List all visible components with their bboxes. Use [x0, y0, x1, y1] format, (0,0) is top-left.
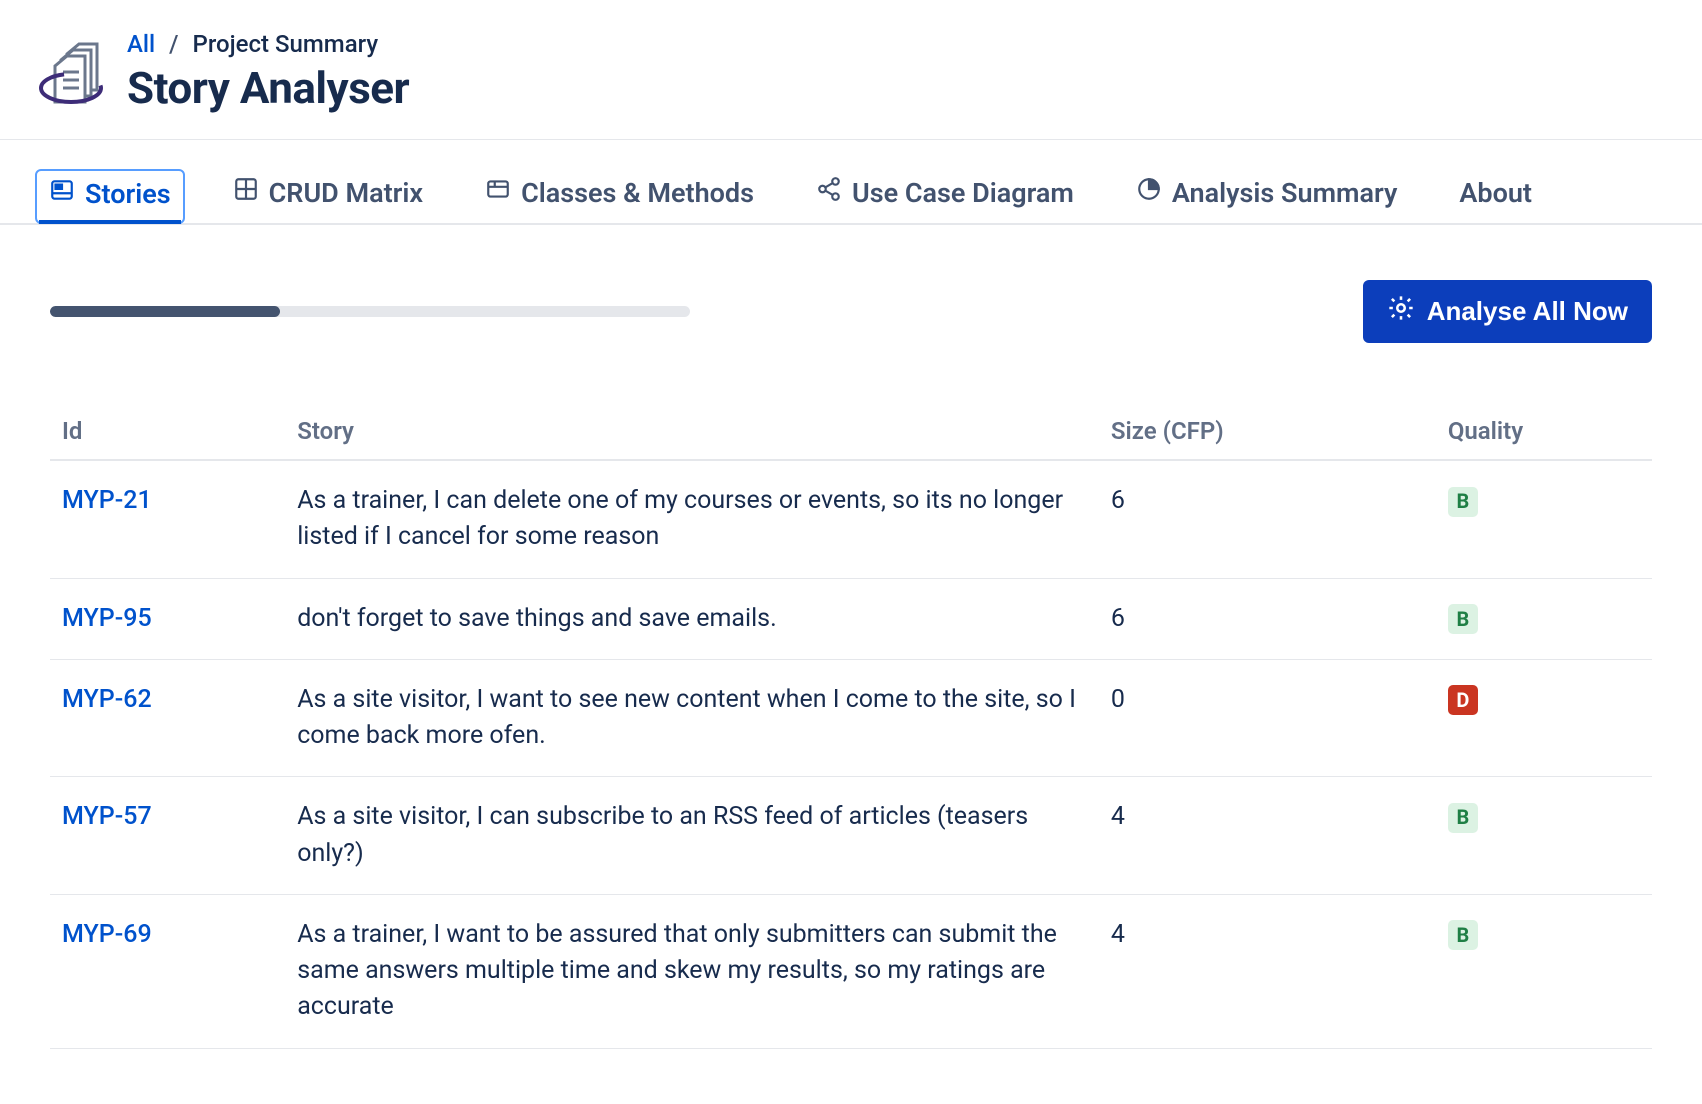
tab-stories[interactable]: Stories	[35, 169, 185, 224]
stories-table: Id Story Size (CFP) Quality MYP-21 As a t…	[50, 403, 1652, 1049]
tab-about[interactable]: About	[1445, 169, 1546, 223]
tabs: Stories CRUD Matrix Classes & Methods Use C…	[0, 140, 1702, 225]
page-title: Story Analyser	[127, 62, 409, 114]
breadcrumb-all-link[interactable]: All	[127, 30, 155, 58]
tab-label: Analysis Summary	[1172, 177, 1398, 209]
analyse-button-label: Analyse All Now	[1427, 296, 1628, 327]
col-header-size: Size (CFP)	[1099, 403, 1436, 460]
quality-badge: B	[1448, 604, 1478, 634]
col-header-id: Id	[50, 403, 285, 460]
col-header-quality: Quality	[1436, 403, 1652, 460]
stories-icon	[49, 177, 75, 210]
table-row: MYP-62 As a site visitor, I want to see n…	[50, 659, 1652, 777]
col-header-story: Story	[285, 403, 1099, 460]
breadcrumb-current: Project Summary	[193, 30, 379, 58]
grid-icon	[233, 176, 259, 209]
app-logo	[35, 36, 107, 108]
tab-analysis[interactable]: Analysis Summary	[1122, 168, 1412, 223]
story-text: As a trainer, I want to be assured that …	[285, 894, 1099, 1048]
table-row: MYP-57 As a site visitor, I can subscribe…	[50, 777, 1652, 895]
table-row: MYP-69 As a trainer, I want to be assured…	[50, 894, 1652, 1048]
quality-badge: B	[1448, 803, 1478, 833]
story-id-link[interactable]: MYP-95	[62, 604, 152, 633]
quality-badge: B	[1448, 487, 1478, 517]
tab-label: Use Case Diagram	[852, 177, 1074, 209]
gear-icon	[1387, 294, 1415, 329]
story-id-link[interactable]: MYP-62	[62, 685, 152, 714]
story-text: As a site visitor, I can subscribe to an…	[285, 777, 1099, 895]
story-text: As a trainer, I can delete one of my cou…	[285, 460, 1099, 578]
story-id-link[interactable]: MYP-69	[62, 920, 152, 949]
progress-bar	[50, 306, 690, 317]
table-row: MYP-95 don't forget to save things and sa…	[50, 578, 1652, 659]
tab-label: Classes & Methods	[521, 177, 754, 209]
story-size: 0	[1099, 659, 1436, 777]
tab-classes[interactable]: Classes & Methods	[471, 168, 768, 223]
tab-label: Stories	[85, 178, 171, 210]
story-id-link[interactable]: MYP-57	[62, 802, 152, 831]
tab-crud[interactable]: CRUD Matrix	[219, 168, 437, 223]
tab-label: About	[1459, 177, 1532, 209]
story-size: 6	[1099, 460, 1436, 578]
story-text: As a site visitor, I want to see new con…	[285, 659, 1099, 777]
story-size: 4	[1099, 777, 1436, 895]
header: All / Project Summary Story Analyser	[0, 0, 1702, 140]
story-size: 6	[1099, 578, 1436, 659]
share-icon	[816, 176, 842, 209]
progress-fill	[50, 306, 280, 317]
table-row: MYP-21 As a trainer, I can delete one of …	[50, 460, 1652, 578]
story-id-link[interactable]: MYP-21	[62, 486, 152, 515]
window-icon	[485, 176, 511, 209]
quality-badge: D	[1448, 685, 1478, 715]
breadcrumb: All / Project Summary	[127, 30, 409, 58]
tab-label: CRUD Matrix	[269, 177, 423, 209]
story-size: 4	[1099, 894, 1436, 1048]
quality-badge: B	[1448, 920, 1478, 950]
story-text: don't forget to save things and save ema…	[285, 578, 1099, 659]
analyse-all-button[interactable]: Analyse All Now	[1363, 280, 1652, 343]
tab-usecase[interactable]: Use Case Diagram	[802, 168, 1088, 223]
breadcrumb-separator: /	[169, 30, 178, 58]
pie-icon	[1136, 176, 1162, 209]
